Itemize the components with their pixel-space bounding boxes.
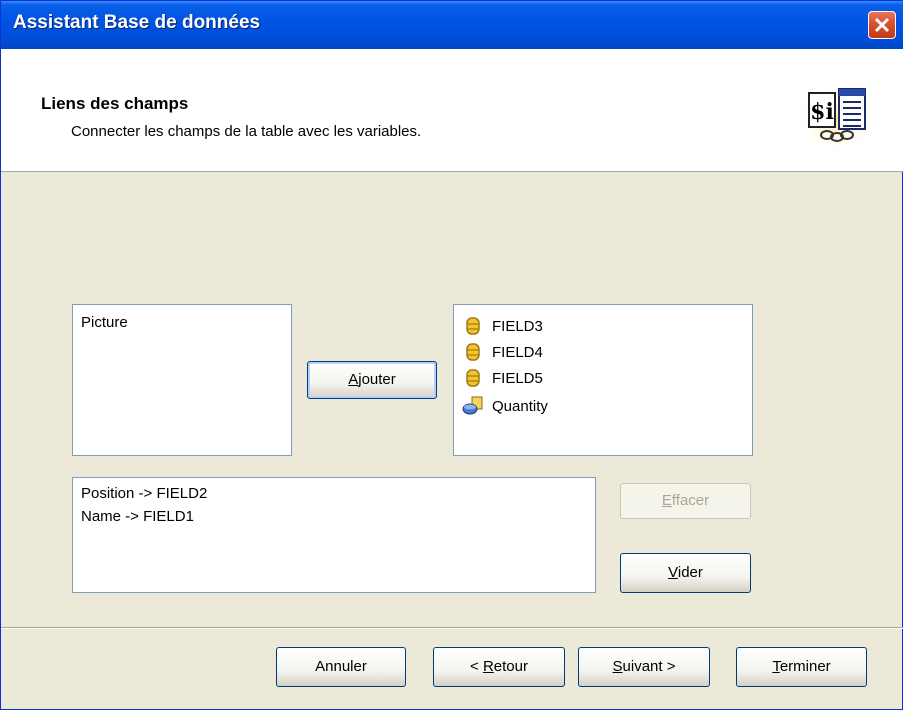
svg-text:$i: $i bbox=[810, 99, 834, 125]
dataset-icon bbox=[462, 396, 483, 415]
next-button-mnemonic: S bbox=[612, 658, 623, 675]
back-button-label-pre: < bbox=[470, 658, 483, 675]
finish-button[interactable]: Terminer bbox=[736, 647, 867, 687]
clear-button[interactable]: Effacer bbox=[620, 483, 751, 519]
database-field-icon bbox=[466, 369, 480, 387]
clear-button-label: ffacer bbox=[671, 492, 710, 509]
finish-button-mnemonic: T bbox=[772, 658, 780, 675]
list-item[interactable]: FIELD5 bbox=[462, 365, 543, 391]
empty-button[interactable]: Vider bbox=[620, 553, 751, 593]
page-title: Liens des champs bbox=[41, 94, 189, 113]
wizard-window: Assistant Base de données Liens des cham… bbox=[0, 0, 903, 710]
list-item[interactable]: Quantity bbox=[462, 393, 548, 419]
footer-separator bbox=[1, 627, 903, 629]
list-item[interactable]: Name -> FIELD1 bbox=[73, 506, 595, 528]
field-label: FIELD4 bbox=[492, 343, 543, 361]
wizard-header: Liens des champs Connecter les champs de… bbox=[1, 49, 903, 172]
close-icon bbox=[874, 17, 890, 33]
next-button-label: uivant > bbox=[622, 658, 676, 675]
close-button[interactable] bbox=[868, 11, 896, 39]
field-label: Quantity bbox=[492, 397, 548, 415]
database-variable-icon: $i bbox=[801, 87, 873, 147]
list-item[interactable]: Position -> FIELD2 bbox=[73, 482, 595, 506]
window-title: Assistant Base de données bbox=[13, 12, 261, 33]
links-listbox[interactable]: Position -> FIELD2 Name -> FIELD1 bbox=[72, 477, 596, 593]
next-button[interactable]: Suivant > bbox=[578, 647, 710, 687]
list-item[interactable]: FIELD3 bbox=[462, 313, 543, 339]
list-item[interactable]: Picture bbox=[73, 309, 291, 339]
fields-listbox[interactable]: FIELD3 FIELD4 FIELD5 Quantity bbox=[453, 304, 753, 456]
finish-button-label: erminer bbox=[779, 658, 831, 675]
page-subtitle: Connecter les champs de la table avec le… bbox=[71, 123, 422, 140]
clear-button-mnemonic: E bbox=[661, 492, 672, 509]
back-button-mnemonic: R bbox=[482, 658, 494, 675]
variables-listbox[interactable]: Picture bbox=[72, 304, 292, 456]
cancel-button-label: Annuler bbox=[315, 658, 367, 675]
empty-button-mnemonic: V bbox=[668, 564, 678, 581]
add-button-label: jouter bbox=[358, 371, 396, 388]
back-button[interactable]: < Retour bbox=[433, 647, 565, 687]
database-field-icon bbox=[466, 343, 480, 361]
list-item[interactable]: FIELD4 bbox=[462, 339, 543, 365]
database-field-icon bbox=[466, 317, 480, 335]
field-label: FIELD3 bbox=[492, 317, 543, 335]
cancel-button[interactable]: Annuler bbox=[276, 647, 406, 687]
back-button-label: etour bbox=[493, 658, 528, 675]
title-bar[interactable]: Assistant Base de données bbox=[1, 1, 903, 49]
add-button[interactable]: Ajouter bbox=[307, 361, 437, 399]
field-label: FIELD5 bbox=[492, 369, 543, 387]
empty-button-label: ider bbox=[677, 564, 703, 581]
add-button-mnemonic: A bbox=[348, 371, 359, 388]
